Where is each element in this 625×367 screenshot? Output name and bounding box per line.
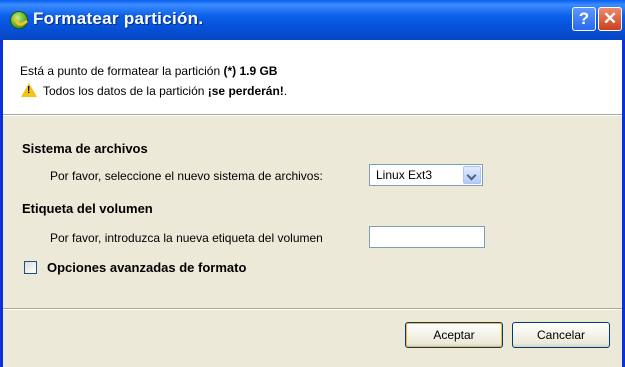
format-partition-dialog: Formatear partición. ? ✕ Está a punto de…	[0, 0, 625, 367]
warning-line: Todos los datos de la partición ¡se perd…	[43, 84, 287, 98]
filesystem-select[interactable]: Linux Ext3	[369, 164, 483, 186]
accept-button[interactable]: Aceptar	[405, 322, 503, 348]
volume-label-prompt: Por favor, introduzca la nueva etiqueta …	[50, 231, 323, 245]
close-button[interactable]: ✕	[598, 7, 622, 31]
window-title: Formatear partición.	[33, 9, 204, 28]
volume-label-heading: Etiqueta del volumen	[22, 201, 153, 216]
warning-text: Todos los datos de la partición	[43, 84, 208, 98]
help-button[interactable]: ?	[572, 7, 596, 31]
dropdown-arrow-icon[interactable]	[463, 166, 481, 184]
app-icon	[10, 11, 28, 29]
advanced-options-checkbox[interactable]	[24, 261, 37, 274]
close-icon: ✕	[602, 9, 618, 28]
warning-end: .	[283, 84, 288, 98]
warning-icon-mark: !	[27, 85, 31, 96]
info-line: Está a punto de formatear la partición (…	[20, 64, 277, 78]
filesystem-prompt: Por favor, seleccione el nuevo sistema d…	[50, 169, 323, 183]
help-icon: ?	[578, 9, 590, 28]
button-divider	[3, 308, 622, 310]
info-text: Está a punto de formatear la partición	[20, 64, 224, 78]
warning-emphasis: ¡se perderán!	[207, 84, 284, 98]
info-panel: Está a punto de formatear la partición (…	[3, 40, 622, 114]
filesystem-selected-value: Linux Ext3	[376, 168, 433, 182]
filesystem-heading: Sistema de archivos	[22, 141, 148, 156]
divider	[3, 114, 622, 116]
title-bar[interactable]: Formatear partición. ? ✕	[0, 0, 625, 40]
advanced-options-label[interactable]: Opciones avanzadas de formato	[47, 260, 246, 275]
cancel-button[interactable]: Cancelar	[512, 322, 610, 348]
volume-label-input[interactable]	[369, 226, 485, 248]
partition-size: (*) 1.9 GB	[223, 64, 278, 78]
